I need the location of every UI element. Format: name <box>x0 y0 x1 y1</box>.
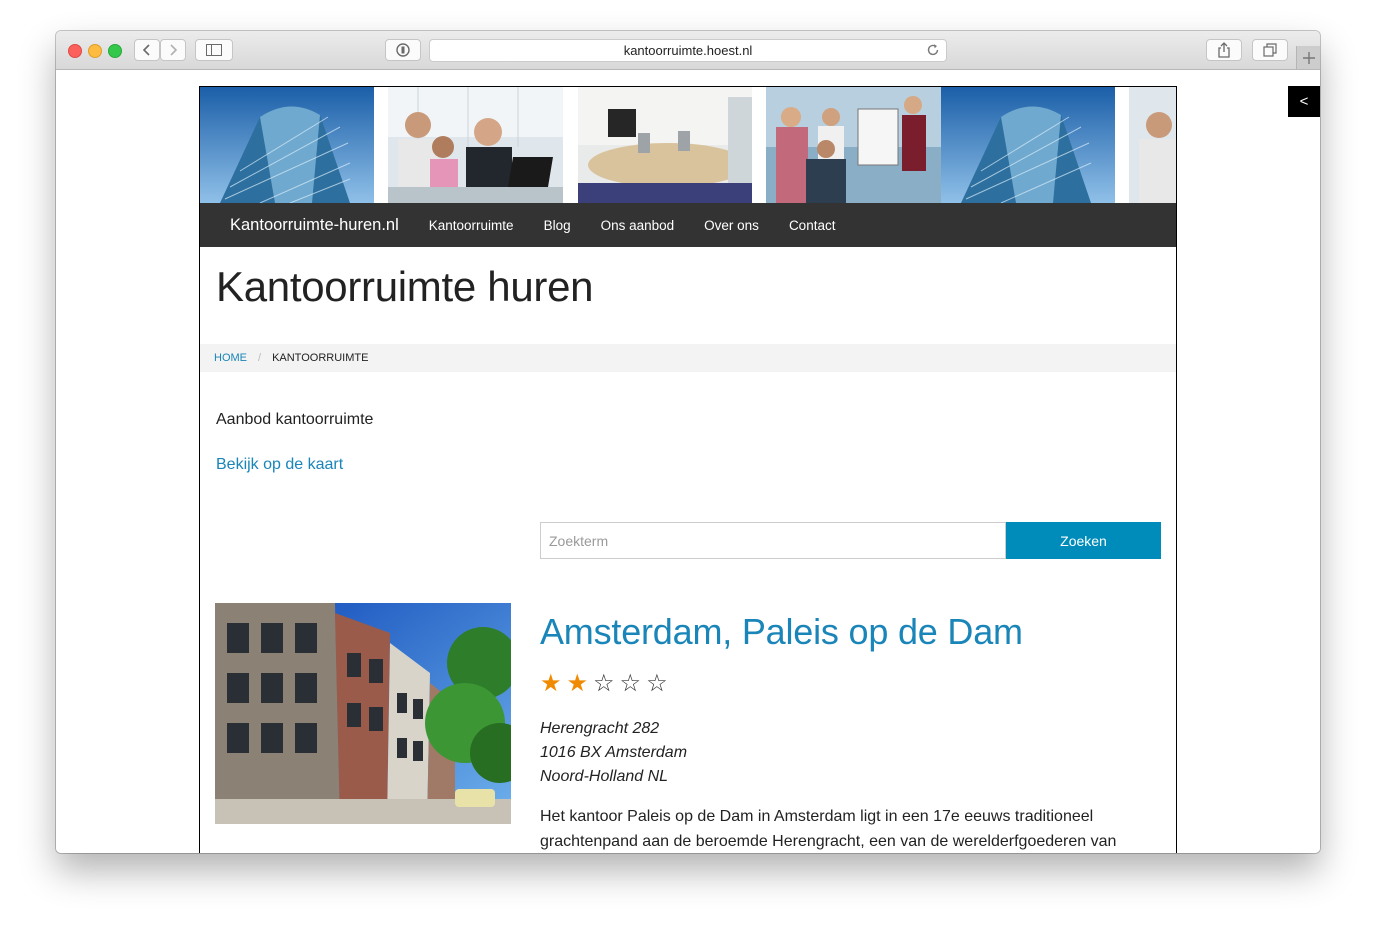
address-bar[interactable]: kantoorruimte.hoest.nl <box>429 39 947 62</box>
banner-photo-business-meeting-2 <box>1129 87 1176 203</box>
tabs-icon <box>1263 43 1277 57</box>
nav-item-ons-aanbod[interactable]: Ons aanbod <box>601 218 675 233</box>
breadcrumb-home-link[interactable]: HOME <box>214 352 247 364</box>
reader-icon <box>396 43 410 57</box>
banner-photo-office-tower <box>200 87 374 203</box>
banner-photo-presentation <box>766 87 941 203</box>
minimize-window-button[interactable] <box>88 44 102 58</box>
nav-item-kantoorruimte[interactable]: Kantoorruimte <box>429 218 514 233</box>
banner-photo-office-tower-2 <box>941 87 1115 203</box>
nav-item-blog[interactable]: Blog <box>544 218 571 233</box>
new-tab-button[interactable] <box>1296 46 1320 69</box>
tabs-button[interactable] <box>1252 39 1288 61</box>
search-input[interactable] <box>540 522 1006 559</box>
banner-photo-business-meeting <box>388 87 563 203</box>
address-street: Herengracht 282 <box>540 720 660 737</box>
plus-icon <box>1303 51 1315 64</box>
chevron-left-icon <box>142 44 150 56</box>
listing-description: Het kantoor Paleis op de Dam in Amsterda… <box>540 808 1117 850</box>
star-empty-icon: ☆ <box>619 670 647 697</box>
address-postal-city: 1016 BX Amsterdam <box>540 744 688 761</box>
star-filled-icon: ★ <box>540 670 567 697</box>
listing-photo[interactable] <box>215 603 511 824</box>
close-window-button[interactable] <box>68 44 82 58</box>
page-title: Kantoorruimte huren <box>216 263 594 310</box>
reader-button[interactable] <box>385 39 421 61</box>
main-navbar: Kantoorruimte-huren.nl Kantoorruimte Blo… <box>200 203 1176 247</box>
zoom-window-button[interactable] <box>108 44 122 58</box>
search-button[interactable]: Zoeken <box>1006 522 1161 559</box>
map-view-link[interactable]: Bekijk op de kaart <box>216 456 343 474</box>
page-viewport: Kantoorruimte-huren.nl Kantoorruimte Blo… <box>56 70 1320 853</box>
back-button[interactable] <box>134 39 160 61</box>
browser-window: kantoorruimte.hoest.nl Kantoorruimte-hur… <box>56 31 1320 853</box>
breadcrumb: HOME / KANTOORRUIMTE <box>200 344 1176 372</box>
share-icon <box>1218 42 1230 58</box>
nav-item-contact[interactable]: Contact <box>789 218 836 233</box>
nav-item-over-ons[interactable]: Over ons <box>704 218 759 233</box>
forward-button[interactable] <box>160 39 186 61</box>
breadcrumb-current: KANTOORRUIMTE <box>272 352 369 364</box>
sidebar-icon <box>206 44 222 56</box>
site-brand-link[interactable]: Kantoorruimte-huren.nl <box>230 216 399 235</box>
section-heading: Aanbod kantoorruimte <box>216 411 374 428</box>
address-region: Noord-Holland NL <box>540 768 669 785</box>
reload-icon[interactable] <box>926 43 940 57</box>
header-banner <box>200 87 1176 203</box>
listing-title-link[interactable]: Amsterdam, Paleis op de Dam <box>540 611 1023 653</box>
share-button[interactable] <box>1206 39 1242 61</box>
star-empty-icon: ☆ <box>593 670 620 697</box>
site-container: Kantoorruimte-huren.nl Kantoorruimte Blo… <box>199 86 1177 853</box>
star-filled-icon: ★ <box>566 670 594 697</box>
star-rating: ★★☆☆☆ <box>540 669 673 698</box>
star-empty-icon: ☆ <box>646 670 673 697</box>
url-text: kantoorruimte.hoest.nl <box>623 43 753 58</box>
side-panel-toggle[interactable]: < <box>1288 86 1320 117</box>
chevron-right-icon <box>170 44 178 56</box>
browser-toolbar: kantoorruimte.hoest.nl <box>56 31 1320 70</box>
sidebar-button[interactable] <box>195 39 233 61</box>
banner-photo-meeting-room <box>578 87 752 203</box>
breadcrumb-separator: / <box>258 352 262 364</box>
listing-address: Herengracht 282 1016 BX Amsterdam Noord-… <box>540 717 687 789</box>
